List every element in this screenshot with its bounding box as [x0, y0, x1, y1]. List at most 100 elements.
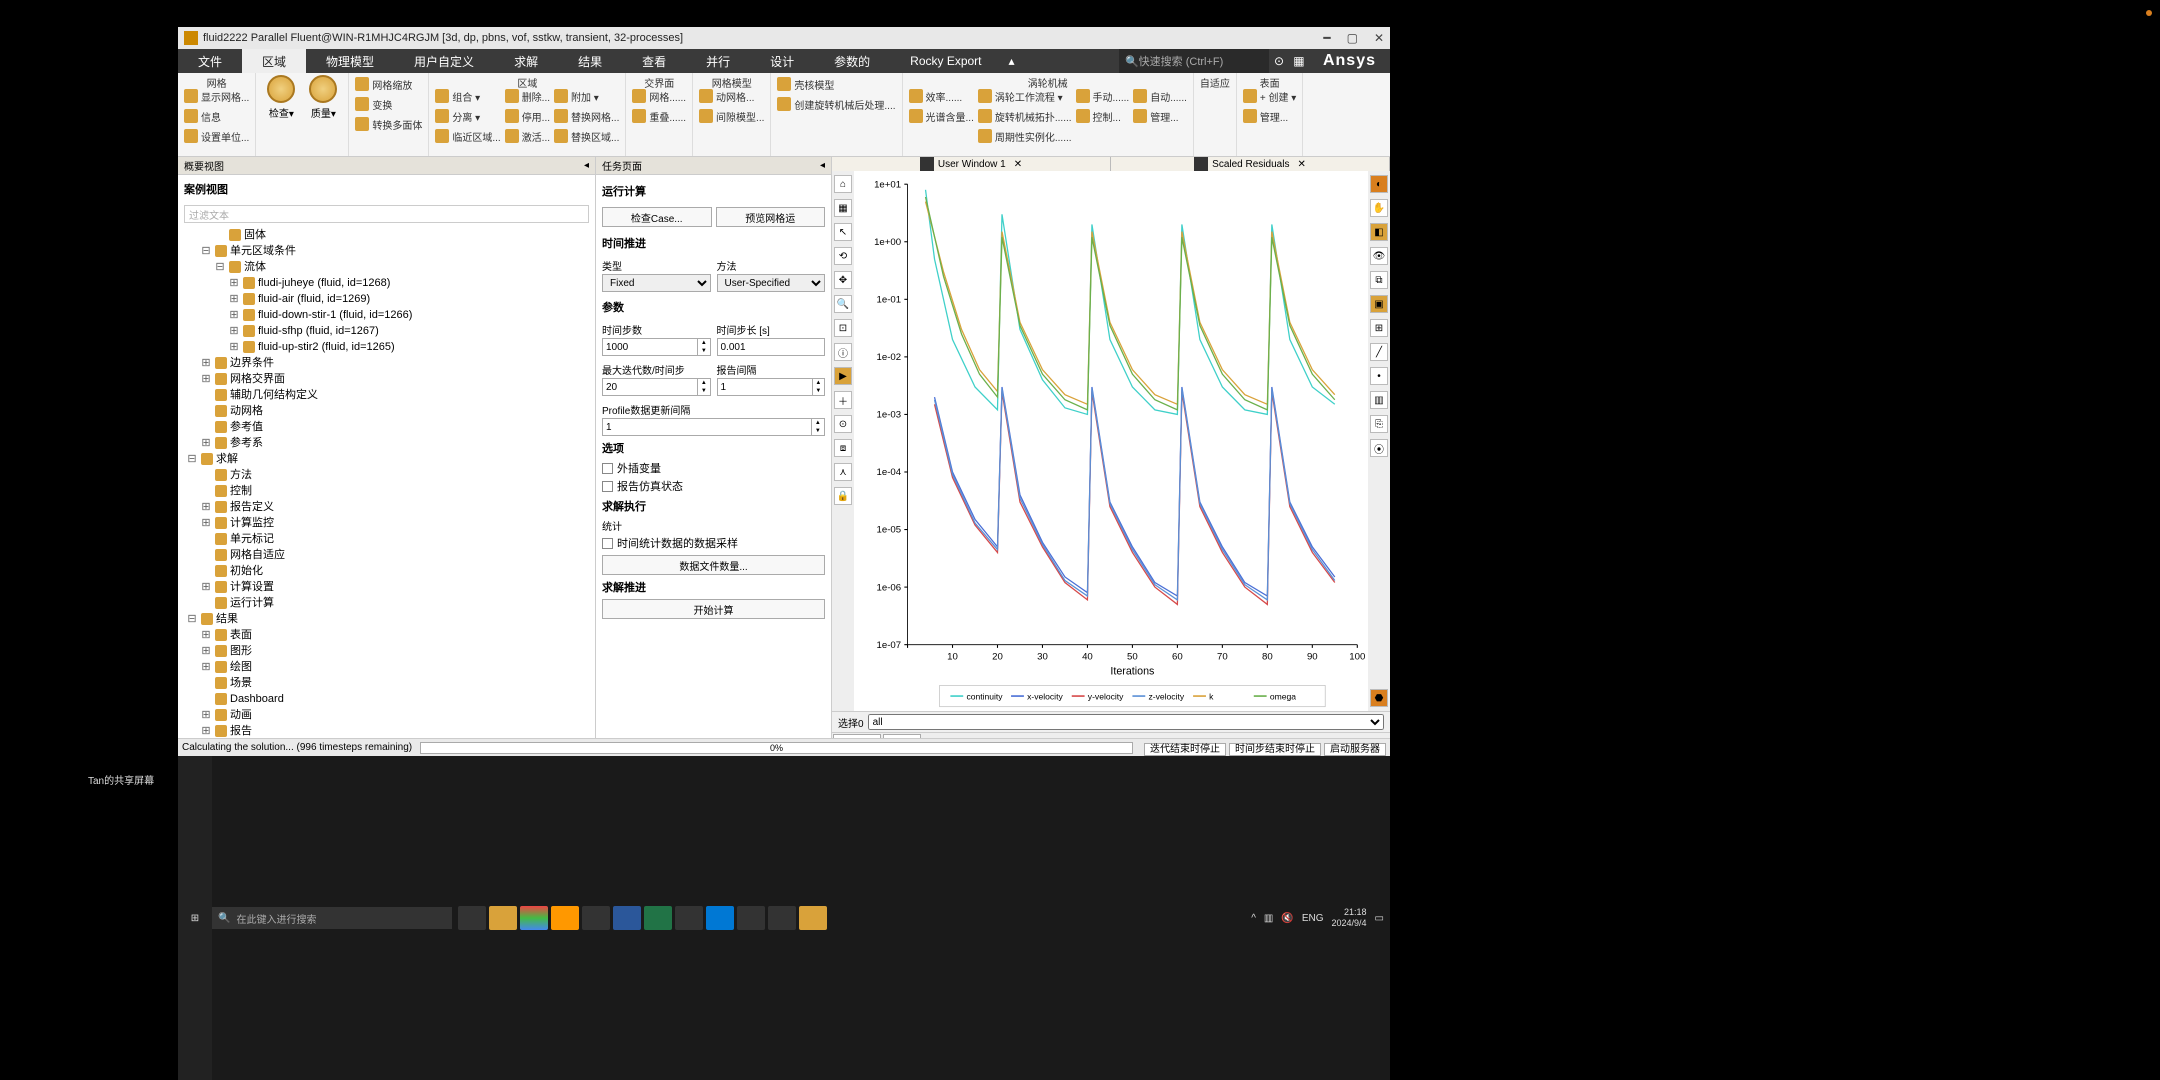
- report-input[interactable]: [717, 378, 813, 396]
- ribbon-button[interactable]: 重叠......: [632, 107, 686, 125]
- tree-node[interactable]: 场景: [186, 675, 595, 691]
- tray-volume-icon[interactable]: 🔇: [1281, 913, 1293, 924]
- minimize-button[interactable]: ━: [1323, 31, 1330, 45]
- tool-rotate-icon[interactable]: ⟲: [834, 247, 852, 265]
- spin-up[interactable]: ▲: [698, 379, 709, 387]
- tree-node[interactable]: ⊞报告: [186, 723, 595, 738]
- spin-down[interactable]: ▼: [698, 387, 709, 395]
- maximize-button[interactable]: ▢: [1347, 31, 1358, 45]
- close-button[interactable]: ✕: [1374, 31, 1384, 45]
- tree-node[interactable]: 初始化: [186, 563, 595, 579]
- ribbon-button[interactable]: 停用...: [505, 107, 550, 125]
- tool-lock-icon[interactable]: 🔒: [834, 487, 852, 505]
- tab-user-window-1[interactable]: User Window 1 ✕: [832, 157, 1111, 171]
- tool-panel-icon[interactable]: ▥: [1370, 391, 1388, 409]
- ribbon-button[interactable]: 光谱含量...: [909, 107, 974, 125]
- tool-cursor-icon[interactable]: ↖: [834, 223, 852, 241]
- preview-mesh-button[interactable]: 预览网格运: [716, 207, 826, 227]
- tree-node[interactable]: ⊞fluid-down-stir-1 (fluid, id=1266): [186, 307, 595, 323]
- tool-info-icon[interactable]: ⓘ: [834, 343, 852, 361]
- tree-node[interactable]: 网格自适应: [186, 547, 595, 563]
- menu-查看[interactable]: 查看: [622, 49, 686, 73]
- tool-zoom-icon[interactable]: 🔍: [834, 295, 852, 313]
- tree-node[interactable]: ⊞表面: [186, 627, 595, 643]
- tool-copy-icon[interactable]: ⎘: [1370, 415, 1388, 433]
- menu-参数的[interactable]: 参数的: [814, 49, 890, 73]
- app-icon[interactable]: [799, 906, 827, 930]
- tree-node[interactable]: ⊞fludi-juheye (fluid, id=1268): [186, 275, 595, 291]
- ribbon-button[interactable]: 替换区域...: [554, 127, 619, 145]
- status-button[interactable]: 时间步结束时停止: [1229, 743, 1321, 756]
- tree-node[interactable]: ⊞计算监控: [186, 515, 595, 531]
- start-calculate-button[interactable]: 开始计算: [602, 599, 825, 619]
- tree-node[interactable]: ⊟单元区域条件: [186, 243, 595, 259]
- tray-chevron-icon[interactable]: ^: [1251, 913, 1256, 924]
- tree-node[interactable]: ⊟流体: [186, 259, 595, 275]
- taskbar-search[interactable]: 🔍 在此键入进行搜索: [212, 907, 452, 929]
- spin-down[interactable]: ▼: [698, 347, 709, 355]
- spin-up[interactable]: ▲: [812, 419, 824, 427]
- menu-文件[interactable]: 文件: [178, 49, 242, 73]
- tool-line-icon[interactable]: ╱: [1370, 343, 1388, 361]
- chrome-icon[interactable]: [520, 906, 548, 930]
- report-status-checkbox[interactable]: 报告仿真状态: [602, 478, 825, 494]
- ribbon-button[interactable]: 组合 ▾: [435, 87, 500, 105]
- tool-pan-icon[interactable]: ✥: [834, 271, 852, 289]
- ribbon-button[interactable]: 信息: [184, 107, 249, 125]
- close-tab-icon[interactable]: ✕: [1014, 159, 1022, 170]
- tool-cube-icon[interactable]: ◧: [1370, 223, 1388, 241]
- tree-node[interactable]: ⊞fluid-sfhp (fluid, id=1267): [186, 323, 595, 339]
- tool-home-icon[interactable]: ⌂: [834, 175, 852, 193]
- tool-zoombox-icon[interactable]: ⧈: [834, 439, 852, 457]
- spin-up[interactable]: ▲: [698, 339, 709, 347]
- app-icon[interactable]: [706, 906, 734, 930]
- selection-select[interactable]: all: [868, 714, 1384, 730]
- sampling-checkbox[interactable]: 时间统计数据的数据采样: [602, 535, 825, 551]
- ribbon-button[interactable]: 间隙模型...: [699, 107, 764, 125]
- ribbon-button[interactable]: 激活...: [505, 127, 550, 145]
- menu-设计[interactable]: 设计: [750, 49, 814, 73]
- tool-grid-icon[interactable]: ⊞: [1370, 319, 1388, 337]
- type-select[interactable]: Fixed: [602, 274, 711, 292]
- ribbon-button[interactable]: 替换网格...: [554, 107, 619, 125]
- tool-clipboard-icon[interactable]: ▦: [834, 199, 852, 217]
- tree-node[interactable]: ⊟结果: [186, 611, 595, 627]
- steps-input[interactable]: [602, 338, 698, 356]
- spin-up[interactable]: ▲: [813, 379, 824, 387]
- tree-node[interactable]: ⊞图形: [186, 643, 595, 659]
- tree-node[interactable]: ⊞计算设置: [186, 579, 595, 595]
- start-button[interactable]: ⊞: [178, 756, 212, 1080]
- tool-link-icon[interactable]: ⧉: [1370, 271, 1388, 289]
- tool-play-icon[interactable]: ▶: [834, 367, 852, 385]
- tree-node[interactable]: ⊞绘图: [186, 659, 595, 675]
- ribbon-button[interactable]: 壳核模型: [777, 75, 895, 93]
- ime-indicator[interactable]: ENG: [1302, 913, 1324, 924]
- tree-node[interactable]: 参考值: [186, 419, 595, 435]
- tool-hand-icon[interactable]: ✋: [1370, 199, 1388, 217]
- menu-区域[interactable]: 区域: [242, 49, 306, 73]
- sublime-icon[interactable]: [551, 906, 579, 930]
- ribbon-button[interactable]: 手动......: [1076, 87, 1130, 105]
- tree-node[interactable]: 辅助几何结构定义: [186, 387, 595, 403]
- app-icon[interactable]: [768, 906, 796, 930]
- ribbon-button[interactable]: 临近区域...: [435, 127, 500, 145]
- tool-record-icon[interactable]: ⦿: [1370, 439, 1388, 457]
- tool-palette-icon[interactable]: ◐: [1370, 175, 1388, 193]
- ribbon-button[interactable]: 转换多面体: [355, 115, 422, 133]
- ribbon-button[interactable]: 分离 ▾: [435, 107, 500, 125]
- excel-icon[interactable]: [644, 906, 672, 930]
- app-icon[interactable]: [582, 906, 610, 930]
- tree-node[interactable]: 固体: [186, 227, 595, 243]
- filter-input[interactable]: 过滤文本: [184, 205, 589, 223]
- ribbon-button[interactable]: 显示网格...: [184, 87, 249, 105]
- ribbon-button[interactable]: 动网格...: [699, 87, 764, 105]
- tree-node[interactable]: 运行计算: [186, 595, 595, 611]
- extrapolate-checkbox[interactable]: 外插变量: [602, 460, 825, 476]
- ribbon-toggle-icon[interactable]: ▴: [1002, 49, 1022, 73]
- ribbon-button[interactable]: 创建旋转机械后处理....: [777, 95, 895, 113]
- tree-node[interactable]: ⊞网格交界面: [186, 371, 595, 387]
- tool-eye-icon[interactable]: 👁: [1370, 247, 1388, 265]
- ribbon-button[interactable]: 网格......: [632, 87, 686, 105]
- menu-求解[interactable]: 求解: [494, 49, 558, 73]
- explorer-icon[interactable]: [489, 906, 517, 930]
